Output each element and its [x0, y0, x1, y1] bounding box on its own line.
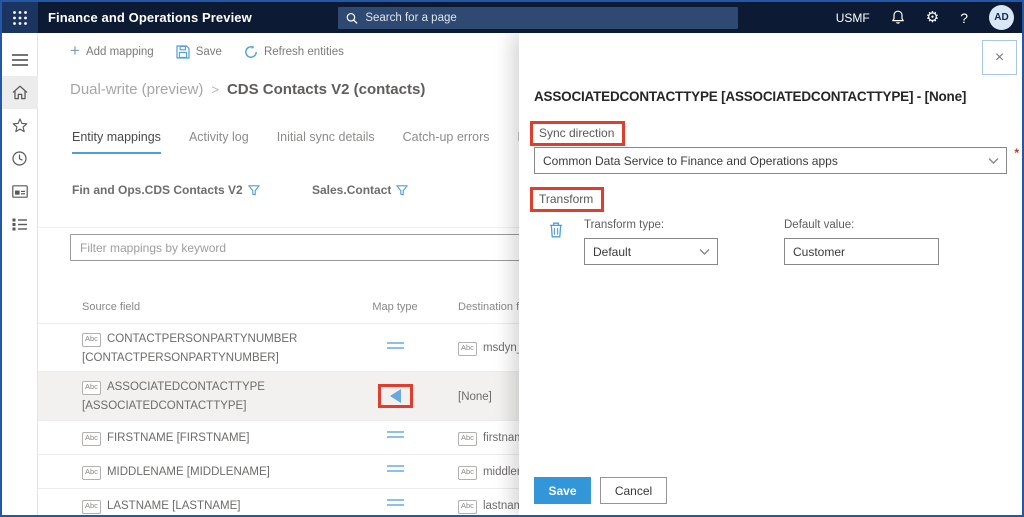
- search-icon: [346, 12, 358, 24]
- destination-field-value: [None]: [458, 390, 492, 403]
- destination-entity-header: Sales.Contact: [312, 183, 409, 197]
- tab-initial-sync-details[interactable]: Initial sync details: [277, 130, 375, 154]
- field-mapping-flyout-panel: × ASSOCIATEDCONTACTTYPE [ASSOCIATEDCONTA…: [519, 33, 1022, 515]
- abc-type-badge: Abc: [82, 333, 101, 347]
- refresh-entities-label: Refresh entities: [263, 45, 344, 58]
- tab-catch-up-errors[interactable]: Catch-up errors: [403, 130, 490, 154]
- funnel-icon[interactable]: [396, 184, 409, 196]
- breadcrumb: Dual-write (preview) > CDS Contacts V2 (…: [70, 81, 425, 98]
- waffle-grid-glyph: [13, 10, 27, 25]
- transform-type-dropdown[interactable]: Default: [584, 238, 718, 265]
- left-nav-rail: [2, 33, 38, 515]
- top-navigation-bar: Finance and Operations Preview USMF ⚙ ? …: [2, 2, 1022, 33]
- workspaces-window-icon[interactable]: [2, 175, 38, 208]
- panel-save-button[interactable]: Save: [534, 477, 591, 504]
- source-entity-name: Fin and Ops.CDS Contacts V2: [72, 183, 243, 197]
- page-title: CDS Contacts V2 (contacts): [226, 81, 426, 98]
- save-button[interactable]: Save: [176, 44, 222, 59]
- add-mapping-label: Add mapping: [85, 45, 154, 58]
- default-value-label: Default value:: [784, 219, 855, 231]
- topbar-right-cluster: USMF ⚙ ? AD: [836, 2, 1014, 33]
- page-search-box[interactable]: [338, 7, 738, 29]
- transform-type-label: Transform type:: [584, 219, 665, 231]
- floppy-save-icon: [176, 44, 190, 59]
- chevron-down-icon: [699, 248, 710, 255]
- source-field-value: MIDDLENAME [MIDDLENAME]: [106, 465, 270, 478]
- abc-type-badge: Abc: [458, 465, 477, 480]
- tab-activity-log[interactable]: Activity log: [189, 130, 249, 154]
- breadcrumb-parent-link[interactable]: Dual-write (preview): [70, 81, 203, 98]
- waffle-menu-icon[interactable]: [2, 2, 38, 33]
- flyout-action-buttons: Save Cancel: [534, 477, 667, 504]
- destination-entity-name: Sales.Contact: [312, 183, 392, 197]
- finance-operations-window: Finance and Operations Preview USMF ⚙ ? …: [0, 0, 1024, 517]
- sync-direction-label: Sync direction: [539, 126, 615, 140]
- map-type-equals-icon[interactable]: [386, 462, 404, 475]
- source-field-value: ASSOCIATEDCONTACTTYPE [ASSOCIATEDCONTACT…: [82, 381, 265, 413]
- breadcrumb-separator: >: [211, 82, 219, 97]
- mapping-filter-input[interactable]: [71, 240, 589, 255]
- plus-icon: +: [70, 41, 80, 60]
- red-highlight-box: [377, 384, 413, 409]
- help-icon[interactable]: ?: [960, 10, 968, 26]
- modules-list-icon[interactable]: [2, 208, 38, 241]
- transform-label-highlight: Transform: [530, 187, 605, 212]
- save-label: Save: [195, 45, 222, 58]
- home-icon[interactable]: [2, 76, 38, 109]
- abc-type-badge: Abc: [82, 465, 101, 480]
- recent-clock-icon[interactable]: [2, 142, 38, 175]
- tab-strip: Entity mappings Activity log Initial syn…: [72, 130, 556, 154]
- search-input[interactable]: [365, 12, 730, 24]
- abc-type-badge: Abc: [82, 381, 101, 396]
- source-field-value: FIRSTNAME [FIRSTNAME]: [106, 431, 250, 444]
- abc-type-badge: Abc: [458, 431, 477, 446]
- abc-type-badge: Abc: [82, 499, 101, 514]
- tab-entity-mappings[interactable]: Entity mappings: [72, 130, 161, 154]
- chevron-down-icon: [988, 157, 999, 164]
- default-value-input[interactable]: [784, 238, 939, 265]
- app-title: Finance and Operations Preview: [48, 10, 252, 25]
- map-type-arrow-left-icon[interactable]: [389, 389, 401, 404]
- close-icon[interactable]: ×: [982, 40, 1017, 75]
- source-entity-header: Fin and Ops.CDS Contacts V2: [72, 183, 312, 197]
- abc-type-badge: Abc: [458, 342, 477, 357]
- transform-type-value: Default: [593, 244, 632, 259]
- mapping-filter-field[interactable]: [70, 234, 590, 261]
- abc-type-badge: Abc: [82, 431, 101, 446]
- sync-direction-label-highlight: Sync direction: [530, 121, 626, 146]
- action-toolbar: + Add mapping Save Refresh entities: [70, 41, 344, 60]
- refresh-icon: [245, 44, 257, 58]
- source-field-value: CONTACTPERSONPARTYNUMBER [CONTACTPERSONP…: [82, 333, 298, 364]
- map-type-equals-icon[interactable]: [386, 428, 404, 441]
- panel-cancel-button[interactable]: Cancel: [600, 477, 667, 504]
- hamburger-menu-icon[interactable]: [2, 43, 38, 76]
- source-field-value: LASTNAME [LASTNAME]: [106, 499, 241, 512]
- flyout-title: ASSOCIATEDCONTACTTYPE [ASSOCIATEDCONTACT…: [534, 89, 967, 104]
- notifications-bell-icon[interactable]: [891, 10, 905, 25]
- transform-label: Transform: [539, 192, 594, 206]
- sync-direction-value: Common Data Service to Finance and Opera…: [543, 153, 838, 168]
- column-map-type: Map type: [372, 301, 418, 313]
- add-mapping-button[interactable]: + Add mapping: [70, 41, 154, 60]
- delete-transform-trash-icon[interactable]: [549, 222, 563, 243]
- abc-type-badge: Abc: [458, 499, 477, 514]
- map-type-equals-icon[interactable]: [386, 339, 404, 352]
- user-avatar[interactable]: AD: [989, 5, 1014, 30]
- refresh-entities-button[interactable]: Refresh entities: [244, 44, 344, 59]
- company-selector[interactable]: USMF: [836, 11, 870, 25]
- sync-direction-dropdown[interactable]: Common Data Service to Finance and Opera…: [534, 147, 1007, 174]
- map-type-equals-icon[interactable]: [386, 496, 404, 509]
- settings-gear-icon[interactable]: ⚙: [926, 10, 939, 25]
- favorites-star-icon[interactable]: [2, 109, 38, 142]
- entity-filter-header: Fin and Ops.CDS Contacts V2 Sales.Contac…: [72, 183, 409, 197]
- column-source-field: Source field: [82, 301, 141, 313]
- funnel-icon[interactable]: [247, 184, 260, 196]
- required-field-marker: *: [1014, 146, 1019, 160]
